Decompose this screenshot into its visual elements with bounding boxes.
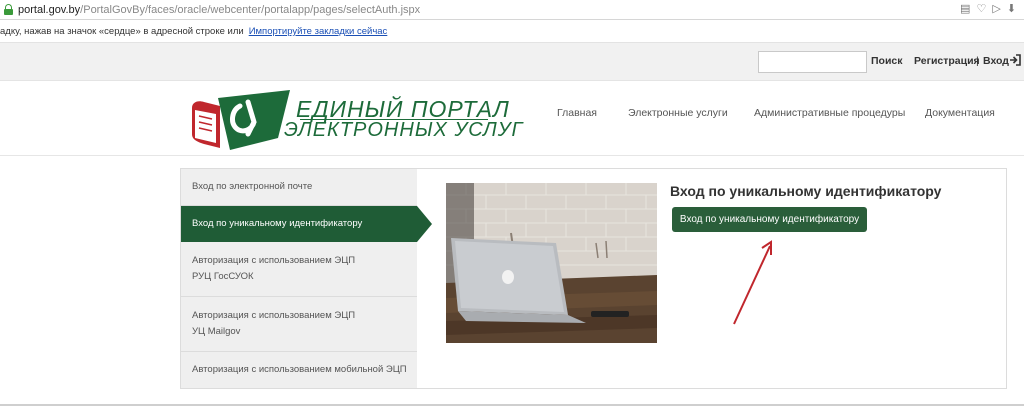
- bookmark-heart-icon[interactable]: ♡: [976, 4, 986, 15]
- menu-item-label: Авторизация с использованием ЭЦП: [192, 310, 356, 321]
- import-bookmarks-link[interactable]: Импортируйте закладки сейчас: [249, 26, 388, 37]
- auth-email[interactable]: Вход по электронной почте: [181, 169, 417, 206]
- annotation-arrow-icon: [733, 240, 772, 325]
- register-link[interactable]: Регистрация: [914, 55, 980, 67]
- auth-heading: Вход по уникальному идентификатору: [670, 183, 942, 199]
- unique-id-login-button[interactable]: Вход по уникальному идентификатору: [672, 207, 867, 232]
- auth-mobile-eds[interactable]: Авторизация с использованием мобильной Э…: [181, 352, 417, 388]
- bookmark-prompt-text: адку, нажав на значок «сердце» в адресно…: [0, 26, 244, 37]
- bookmark-import-bar: адку, нажав на значок «сердце» в адресно…: [0, 21, 1024, 43]
- logo-underline: [300, 119, 488, 120]
- auth-eds-mailgov[interactable]: Авторизация с использованием ЭЦП УЦ Mail…: [181, 297, 417, 352]
- site-topbar: Поиск Регистрация | Вход: [0, 43, 1024, 81]
- auth-panel: Вход по электронной почте Вход по уникал…: [180, 168, 1007, 389]
- search-input[interactable]: [758, 51, 867, 73]
- login-icon[interactable]: [1009, 54, 1021, 66]
- lock-icon: [4, 4, 13, 15]
- login-link[interactable]: Вход: [983, 55, 1009, 67]
- reader-mode-icon[interactable]: ▤: [960, 4, 970, 15]
- url-path: /PortalGovBy/faces/oracle/webcenter/port…: [80, 3, 421, 16]
- active-item-arrow: [417, 206, 432, 242]
- menu-item-sublabel: РУЦ ГосСУОК: [192, 271, 254, 282]
- site-header: ЕДИНЫЙ ПОРТАЛ ЭЛЕКТРОННЫХ УСЛУГ Главная …: [0, 82, 1024, 156]
- download-icon[interactable]: ⬇: [1007, 4, 1016, 15]
- menu-item-label: Вход по электронной почте: [192, 181, 313, 192]
- page-bottom-divider: [0, 404, 1024, 406]
- nav-admin-procedures[interactable]: Административные процедуры: [754, 107, 905, 119]
- topbar-separator: |: [976, 55, 979, 67]
- url-host: portal.gov.by: [18, 3, 81, 16]
- auth-method-menu: Вход по электронной почте Вход по уникал…: [181, 169, 417, 388]
- address-bar[interactable]: portal.gov.by/PortalGovBy/faces/oracle/w…: [0, 0, 1024, 20]
- menu-item-label: Авторизация с использованием ЭЦП: [192, 255, 356, 266]
- laptop-photo: [446, 183, 657, 343]
- nav-e-services[interactable]: Электронные услуги: [628, 107, 728, 119]
- menu-item-sublabel: УЦ Mailgov: [192, 326, 241, 337]
- menu-item-label: Вход по уникальному идентификатору: [192, 218, 363, 229]
- nav-home[interactable]: Главная: [557, 107, 597, 119]
- logo-title-line2: ЭЛЕКТРОННЫХ УСЛУГ: [284, 119, 524, 141]
- nav-documentation[interactable]: Документация: [925, 107, 995, 119]
- auth-eds-goscuok[interactable]: Авторизация с использованием ЭЦП РУЦ Гос…: [181, 242, 417, 297]
- menu-item-label: Авторизация с использованием мобильной Э…: [192, 364, 407, 375]
- url-text[interactable]: portal.gov.by/PortalGovBy/faces/oracle/w…: [18, 4, 420, 16]
- auth-unique-id[interactable]: Вход по уникальному идентификатору: [181, 206, 417, 242]
- send-icon[interactable]: ▷: [992, 4, 1000, 15]
- search-button[interactable]: Поиск: [871, 55, 903, 67]
